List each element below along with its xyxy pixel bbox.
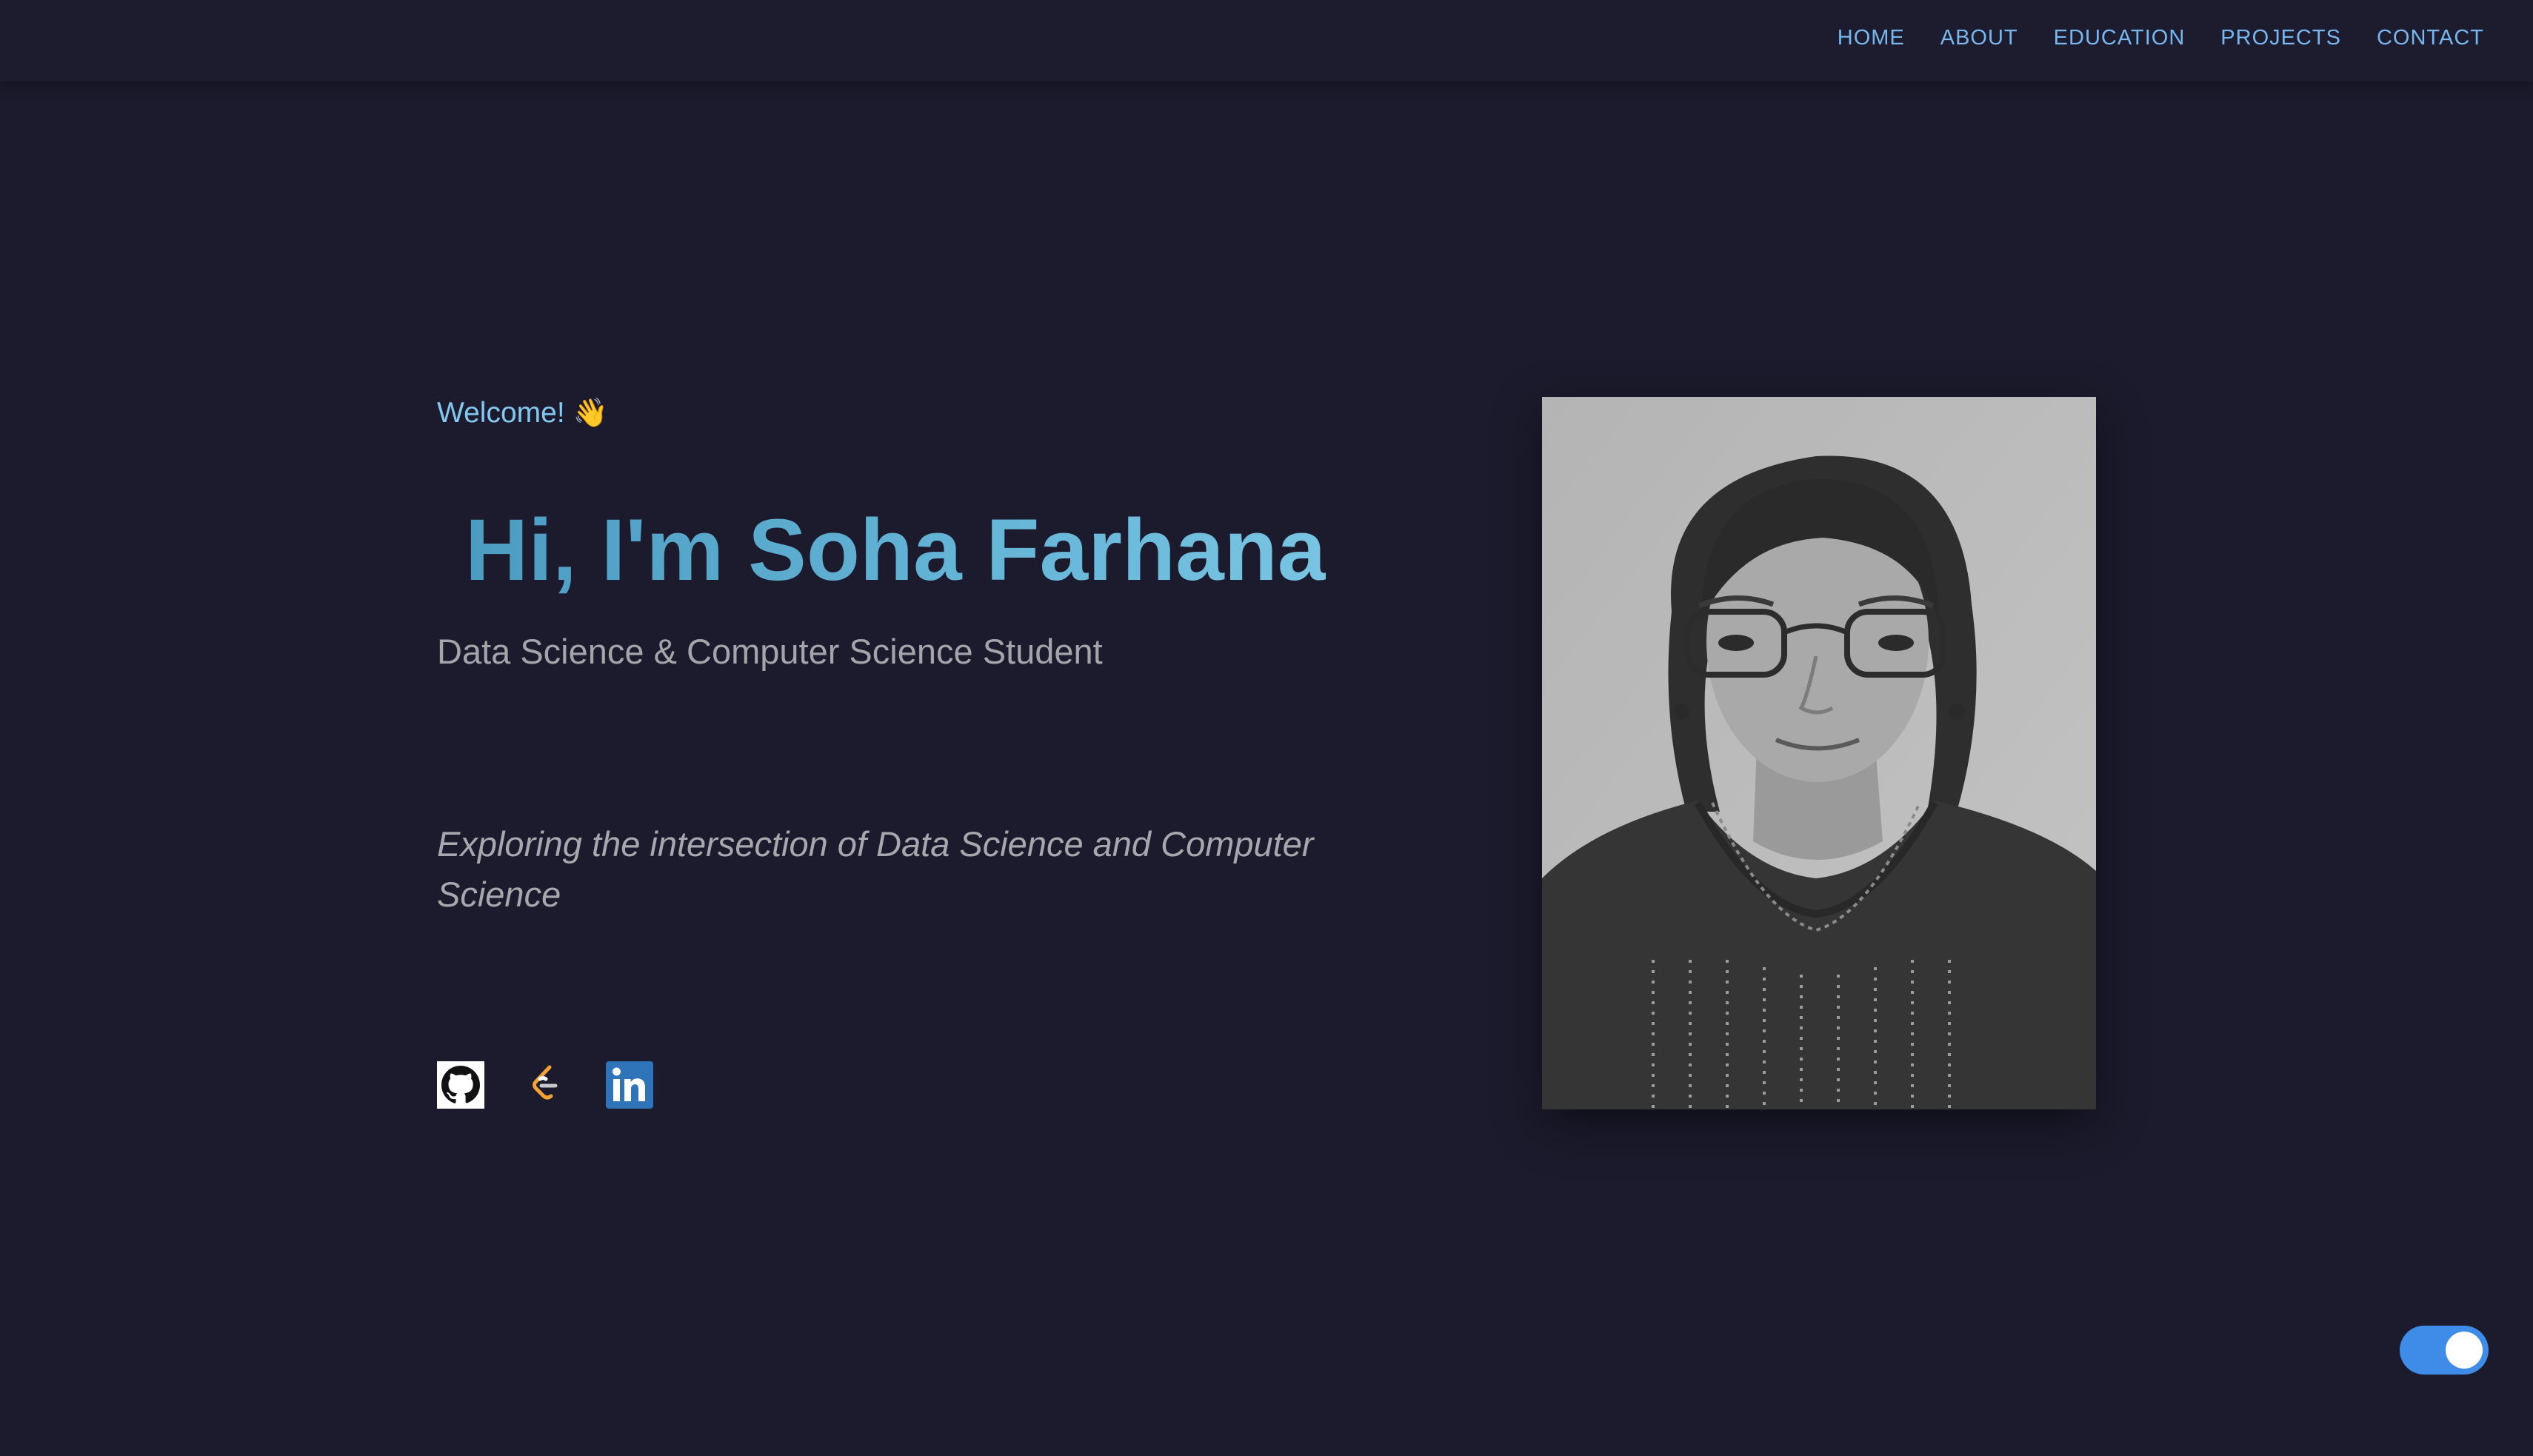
portrait-illustration [1542, 397, 2096, 1109]
waving-hand-icon: 👋 [573, 398, 608, 429]
leetcode-icon[interactable] [521, 1061, 569, 1109]
nav-home-link[interactable]: HOME [1838, 22, 1905, 53]
nav-projects-link[interactable]: PROJECTS [2220, 22, 2341, 53]
social-links [437, 1061, 653, 1109]
github-icon[interactable] [437, 1061, 484, 1109]
hero-subtitle: Data Science & Computer Science Student [437, 632, 1103, 671]
nav-about-link[interactable]: ABOUT [1940, 22, 2018, 53]
nav-contact-link[interactable]: CONTACT [2377, 22, 2484, 53]
nav-education-link[interactable]: EDUCATION [2054, 22, 2186, 53]
linkedin-icon[interactable] [606, 1061, 653, 1109]
hero-title: Hi, I'm Soha Farhana [465, 495, 1326, 606]
nav-links: HOME ABOUT EDUCATION PROJECTS CONTACT [1838, 22, 2484, 53]
profile-photo [1542, 397, 2096, 1109]
top-navbar: HOME ABOUT EDUCATION PROJECTS CONTACT [0, 0, 2533, 81]
hero-tagline: Exploring the intersection of Data Scien… [437, 824, 1314, 914]
welcome-label: Welcome! [437, 397, 565, 429]
welcome-text: Welcome! 👋 [437, 393, 608, 434]
toggle-knob [2446, 1332, 2483, 1369]
theme-toggle-switch[interactable] [2400, 1326, 2489, 1375]
